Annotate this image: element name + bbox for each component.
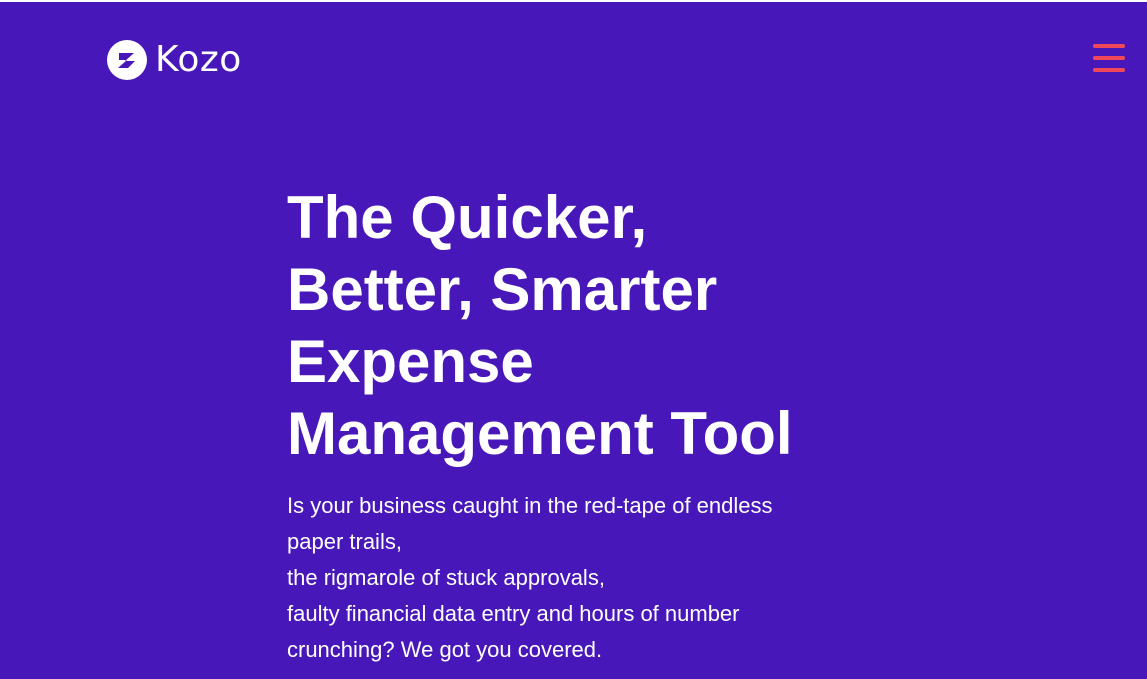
hamburger-menu-icon[interactable] [1093, 44, 1127, 74]
hero-description-line: crunching? We got you covered. [287, 637, 603, 662]
hero-description-line: faulty financial data entry and hours of… [287, 601, 740, 626]
hero-section: The Quicker, Better, Smarter Expense Man… [287, 182, 847, 668]
kozo-logo-icon [107, 40, 147, 80]
hero-title-line: Management Tool [287, 400, 793, 467]
hero-description-line: paper trails, [287, 529, 402, 554]
hero-description: Is your business caught in the red-tape … [287, 488, 847, 668]
hero-description-line: the rigmarole of stuck approvals, [287, 565, 605, 590]
hero-title-line: Better, Smarter [287, 256, 718, 323]
menu-bar-top [1093, 44, 1125, 48]
hero-title-line: Expense [287, 328, 534, 395]
brand-name: Kozo [155, 39, 242, 80]
brand-logo-link[interactable]: Kozo [107, 40, 242, 80]
site-header: Kozo [0, 2, 1147, 122]
menu-bar-bottom [1093, 68, 1125, 72]
hero-title-line: The Quicker, [287, 184, 648, 251]
menu-bar-middle [1093, 56, 1125, 60]
hero-title: The Quicker, Better, Smarter Expense Man… [287, 182, 847, 470]
hero-description-line: Is your business caught in the red-tape … [287, 493, 773, 518]
